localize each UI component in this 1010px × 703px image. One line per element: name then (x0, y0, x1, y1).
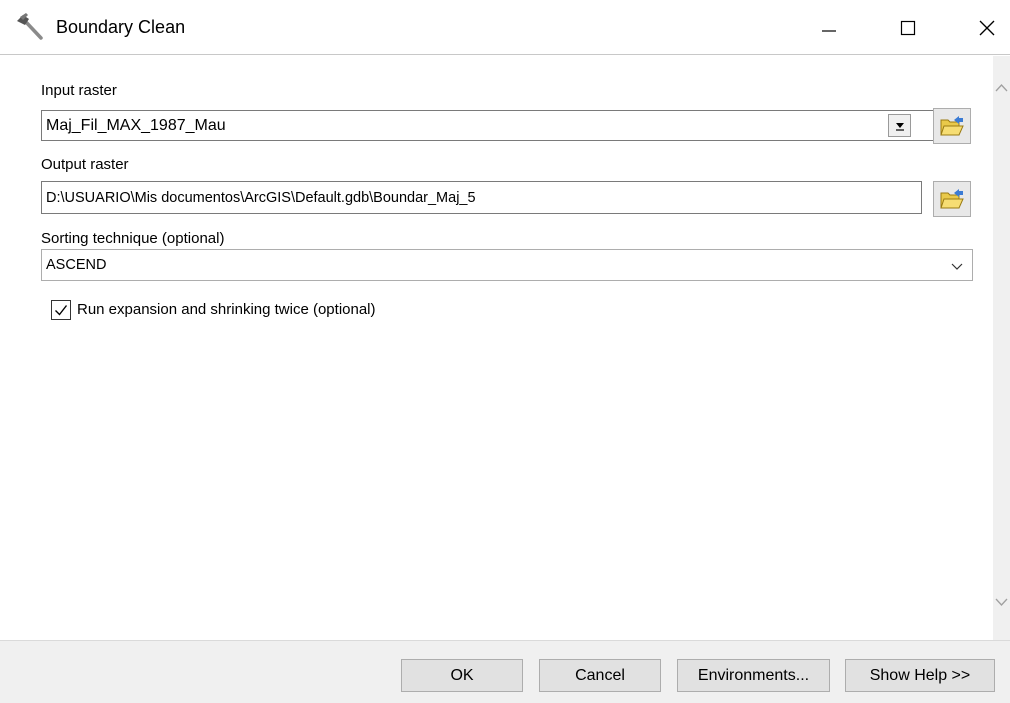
run-twice-label[interactable]: Run expansion and shrinking twice (optio… (77, 301, 376, 318)
output-raster-browse-button[interactable] (933, 181, 971, 217)
hammer-icon (14, 12, 46, 44)
environments-button[interactable]: Environments... (677, 659, 830, 692)
tool-parameters-panel: Input raster Maj_Fil_MAX_1987_Mau Output… (20, 56, 993, 640)
input-raster-value: Maj_Fil_MAX_1987_Mau (46, 116, 226, 134)
sorting-technique-value: ASCEND (46, 257, 107, 273)
close-button[interactable] (964, 0, 1010, 55)
open-folder-icon (940, 116, 964, 136)
maximize-button[interactable] (885, 0, 931, 55)
input-raster-combo[interactable]: Maj_Fil_MAX_1987_Mau (41, 110, 940, 141)
dropdown-arrow-icon (895, 122, 904, 131)
input-raster-label: Input raster (41, 82, 117, 99)
dialog-footer: OK Cancel Environments... Show Help >> (0, 640, 1010, 703)
ok-button[interactable]: OK (401, 659, 523, 692)
window-title: Boundary Clean (56, 17, 186, 37)
output-raster-label: Output raster (41, 156, 129, 173)
sorting-technique-select[interactable]: ASCEND (41, 249, 973, 281)
open-folder-icon (940, 189, 964, 209)
output-raster-field[interactable]: D:\USUARIO\Mis documentos\ArcGIS\Default… (41, 181, 922, 214)
checkmark-icon (55, 305, 68, 316)
minimize-icon (822, 29, 836, 32)
minimize-button[interactable] (806, 0, 852, 55)
output-raster-value: D:\USUARIO\Mis documentos\ArcGIS\Default… (46, 189, 476, 206)
run-twice-checkbox[interactable] (51, 300, 71, 320)
title-bar: Boundary Clean (0, 0, 1010, 55)
input-raster-browse-button[interactable] (933, 108, 971, 144)
input-raster-dropdown-button[interactable] (888, 114, 911, 137)
maximize-icon (900, 20, 916, 35)
chevron-down-icon[interactable] (949, 258, 965, 274)
scroll-up-icon[interactable] (993, 78, 1010, 98)
scroll-down-icon[interactable] (993, 592, 1010, 612)
cancel-button[interactable]: Cancel (539, 659, 661, 692)
close-icon (979, 20, 995, 35)
vertical-scrollbar[interactable] (993, 56, 1010, 640)
sorting-technique-label: Sorting technique (optional) (41, 230, 225, 247)
show-help-button[interactable]: Show Help >> (845, 659, 995, 692)
